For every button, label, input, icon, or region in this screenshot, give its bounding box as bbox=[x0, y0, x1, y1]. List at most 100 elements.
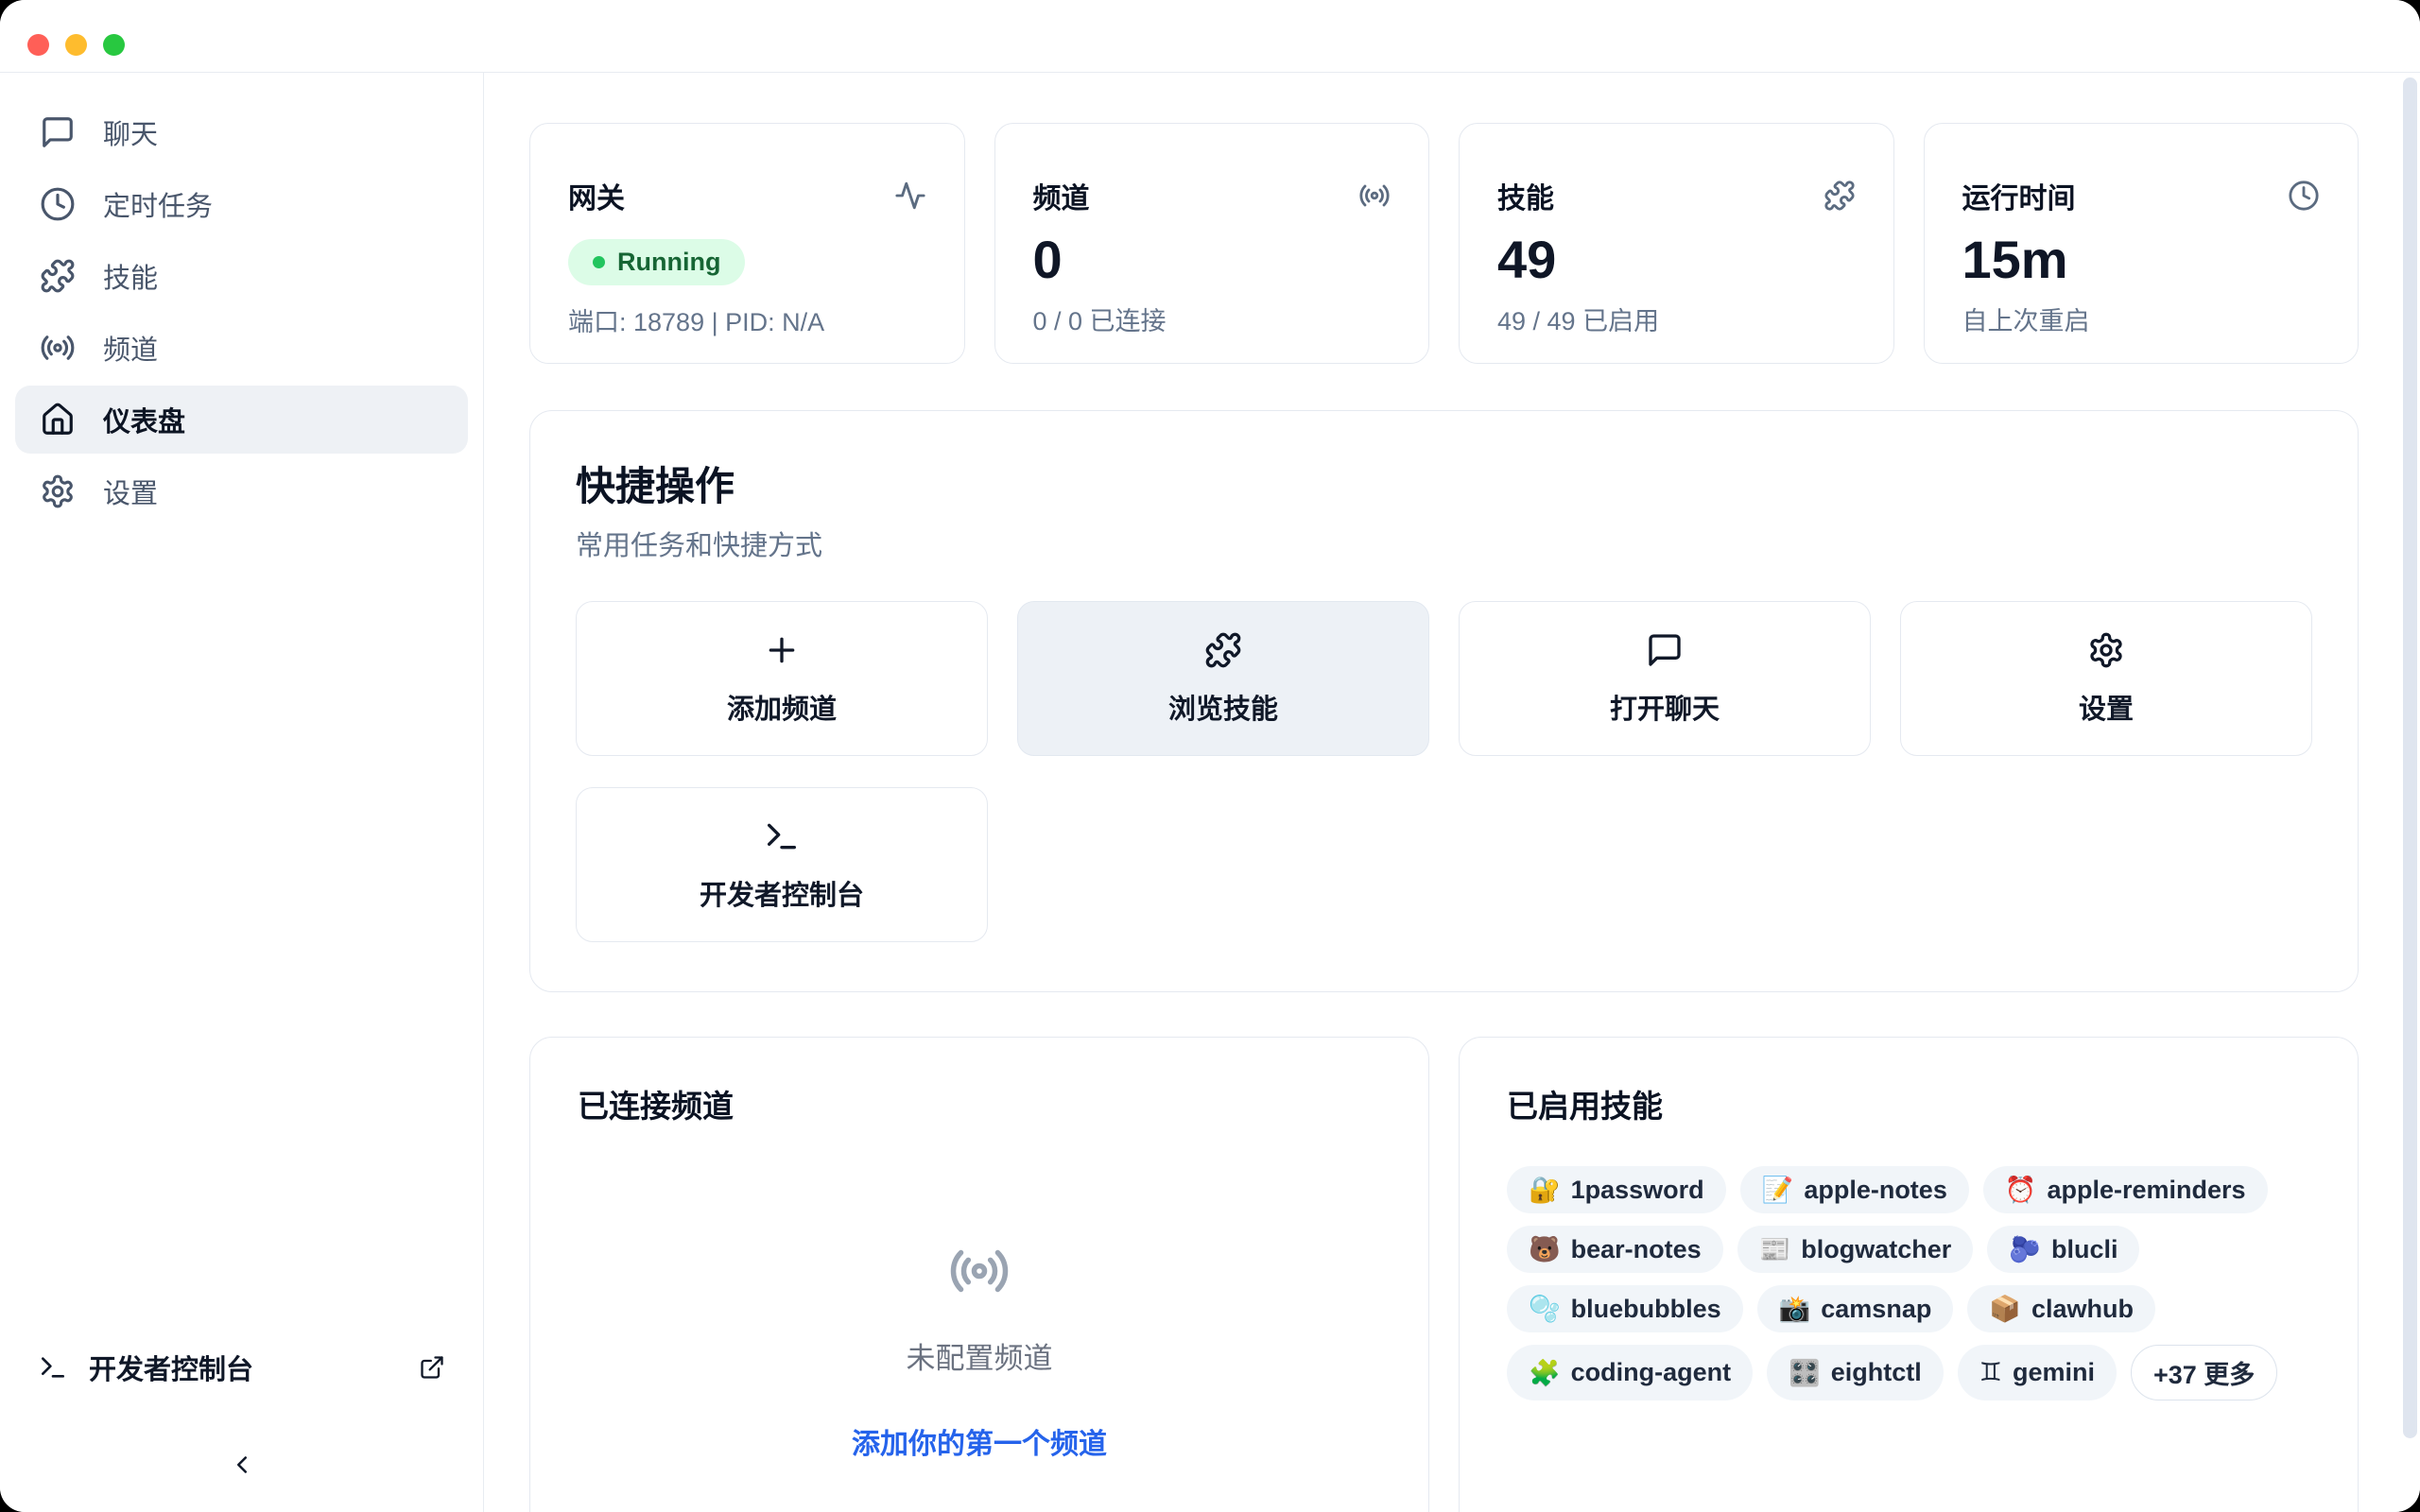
skill-badge[interactable]: 🔐 1password bbox=[1507, 1166, 1726, 1213]
sidebar-footer: 开发者控制台 bbox=[0, 1348, 483, 1512]
skill-emoji: 🫐 bbox=[2009, 1234, 2041, 1264]
stat-subtitle: 0 / 0 已连接 bbox=[1033, 301, 1392, 337]
dashboard-main: 网关 Running 端口: 18789 | PID: N/A 频道 0 0 /… bbox=[484, 73, 2420, 1512]
developer-console-button[interactable]: 开发者控制台 bbox=[576, 787, 988, 942]
puzzle-icon bbox=[1204, 631, 1242, 669]
stat-card-skills: 技能 49 49 / 49 已启用 bbox=[1459, 123, 1894, 364]
minimize-window-button[interactable] bbox=[65, 34, 87, 56]
sidebar-item-label: 设置 bbox=[103, 472, 158, 511]
skill-badge[interactable]: 📝 apple-notes bbox=[1740, 1166, 1969, 1213]
more-skills-badge[interactable]: +37 更多 bbox=[2131, 1345, 2277, 1400]
activity-icon bbox=[894, 180, 926, 212]
skill-badge[interactable]: 📰 blogwatcher bbox=[1737, 1226, 1974, 1273]
settings-button[interactable]: 设置 bbox=[1900, 601, 2312, 756]
channels-empty-state: 未配置频道 添加你的第一个频道 bbox=[578, 1240, 1381, 1462]
skill-emoji: 📝 bbox=[1762, 1175, 1794, 1205]
stat-value: 15m bbox=[1962, 233, 2321, 286]
skill-badge[interactable]: ⏰ apple-reminders bbox=[1983, 1166, 2268, 1213]
add-first-channel-link[interactable]: 添加你的第一个频道 bbox=[852, 1420, 1107, 1462]
sidebar-item-dashboard[interactable]: 仪表盘 bbox=[15, 386, 468, 454]
enabled-skills-title: 已启用技能 bbox=[1507, 1081, 2310, 1126]
skill-badge[interactable]: 🧩 coding-agent bbox=[1507, 1345, 1753, 1400]
skill-emoji: ♊ bbox=[1979, 1358, 2002, 1387]
skill-emoji: 🫧 bbox=[1529, 1294, 1561, 1324]
sidebar-dev-console-link[interactable]: 开发者控制台 bbox=[38, 1348, 445, 1387]
stat-subtitle: 49 / 49 已启用 bbox=[1497, 301, 1856, 337]
titlebar bbox=[0, 0, 2420, 73]
sidebar-item-skills[interactable]: 技能 bbox=[15, 242, 468, 310]
stat-value: 0 bbox=[1033, 233, 1392, 286]
stat-title: 运行时间 bbox=[1962, 175, 2076, 216]
terminal-icon bbox=[763, 817, 801, 855]
skill-badge[interactable]: 📸 camsnap bbox=[1757, 1285, 1954, 1332]
browse-skills-button[interactable]: 浏览技能 bbox=[1017, 601, 1429, 756]
sidebar-nav: 聊天 定时任务 技能 频道 仪表盘 设置 bbox=[0, 73, 483, 525]
stat-title: 技能 bbox=[1497, 175, 1554, 216]
dev-console-label: 开发者控制台 bbox=[89, 1348, 253, 1387]
quick-actions-panel: 快捷操作 常用任务和快捷方式 添加频道 浏览技能 打开聊天 设置 bbox=[529, 410, 2359, 992]
puzzle-icon bbox=[1824, 180, 1856, 212]
sidebar-item-channels[interactable]: 频道 bbox=[15, 314, 468, 382]
sidebar-item-label: 聊天 bbox=[103, 112, 158, 152]
skill-emoji: 🧩 bbox=[1529, 1358, 1561, 1388]
chevron-left-icon bbox=[228, 1451, 256, 1484]
skill-badge[interactable]: 🫧 bluebubbles bbox=[1507, 1285, 1743, 1332]
quick-actions-subtitle: 常用任务和快捷方式 bbox=[576, 524, 2312, 563]
close-window-button[interactable] bbox=[27, 34, 49, 56]
stat-card-uptime: 运行时间 15m 自上次重启 bbox=[1924, 123, 2360, 364]
skill-emoji: ⏰ bbox=[2005, 1175, 2037, 1205]
app-window: 聊天 定时任务 技能 频道 仪表盘 设置 bbox=[0, 0, 2420, 1512]
skill-name: camsnap bbox=[1821, 1295, 1931, 1324]
sidebar-item-label: 技能 bbox=[103, 256, 158, 296]
skill-emoji: 🔐 bbox=[1529, 1175, 1561, 1205]
skill-badge[interactable]: 🫐 blucli bbox=[1987, 1226, 2139, 1273]
skill-name: clawhub bbox=[2031, 1295, 2134, 1324]
quick-actions-grid: 添加频道 浏览技能 打开聊天 设置 开发者控制台 bbox=[576, 601, 2312, 942]
skill-name: apple-notes bbox=[1804, 1176, 1947, 1205]
skill-name: blucli bbox=[2051, 1235, 2118, 1264]
skill-badge[interactable]: ♊ gemini bbox=[1958, 1345, 2117, 1400]
connected-channels-panel: 已连接频道 未配置频道 添加你的第一个频道 bbox=[529, 1037, 1429, 1512]
skill-name: gemini bbox=[2013, 1358, 2095, 1387]
sidebar: 聊天 定时任务 技能 频道 仪表盘 设置 bbox=[0, 73, 484, 1512]
skill-badge[interactable]: 📦 clawhub bbox=[1967, 1285, 2155, 1332]
puzzle-icon bbox=[40, 258, 76, 294]
sidebar-item-label: 定时任务 bbox=[103, 184, 213, 224]
sidebar-item-label: 频道 bbox=[103, 328, 158, 368]
empty-state-text: 未配置频道 bbox=[907, 1334, 1053, 1377]
radio-icon bbox=[40, 330, 76, 366]
enabled-skills-panel: 已启用技能 🔐 1password 📝 apple-notes ⏰ apple-… bbox=[1459, 1037, 2359, 1512]
chat-bubble-icon bbox=[1646, 631, 1684, 669]
stat-subtitle: 自上次重启 bbox=[1962, 301, 2321, 337]
radio-icon bbox=[1358, 180, 1391, 212]
maximize-window-button[interactable] bbox=[103, 34, 125, 56]
sidebar-item-scheduled-tasks[interactable]: 定时任务 bbox=[15, 170, 468, 238]
status-text: Running bbox=[617, 248, 720, 277]
stat-value: 49 bbox=[1497, 233, 1856, 286]
sidebar-item-settings[interactable]: 设置 bbox=[15, 457, 468, 525]
skill-emoji: 🎛️ bbox=[1789, 1358, 1821, 1388]
open-chat-button[interactable]: 打开聊天 bbox=[1459, 601, 1871, 756]
skill-badge[interactable]: 🐻 bear-notes bbox=[1507, 1226, 1723, 1273]
connected-channels-title: 已连接频道 bbox=[578, 1081, 1381, 1126]
skill-name: bluebubbles bbox=[1571, 1295, 1721, 1324]
stat-card-gateway: 网关 Running 端口: 18789 | PID: N/A bbox=[529, 123, 965, 364]
clock-icon bbox=[2288, 180, 2320, 212]
stat-title: 网关 bbox=[568, 175, 625, 216]
vertical-scrollbar[interactable] bbox=[2403, 77, 2417, 1438]
collapse-sidebar-button[interactable] bbox=[214, 1446, 270, 1487]
radio-icon bbox=[948, 1240, 1011, 1302]
skill-emoji: 🐻 bbox=[1529, 1234, 1561, 1264]
add-channel-button[interactable]: 添加频道 bbox=[576, 601, 988, 756]
traffic-lights bbox=[27, 34, 125, 56]
plus-icon bbox=[763, 631, 801, 669]
gear-icon bbox=[40, 473, 76, 509]
skill-name: 1password bbox=[1571, 1176, 1704, 1205]
skill-badge[interactable]: 🎛️ eightctl bbox=[1767, 1345, 1944, 1400]
sidebar-item-chat[interactable]: 聊天 bbox=[15, 98, 468, 166]
status-dot bbox=[593, 256, 605, 268]
clock-icon bbox=[40, 186, 76, 222]
quick-actions-title: 快捷操作 bbox=[576, 455, 2312, 512]
skill-name: eightctl bbox=[1831, 1358, 1922, 1387]
gateway-meta: 端口: 18789 | PID: N/A bbox=[568, 301, 926, 338]
